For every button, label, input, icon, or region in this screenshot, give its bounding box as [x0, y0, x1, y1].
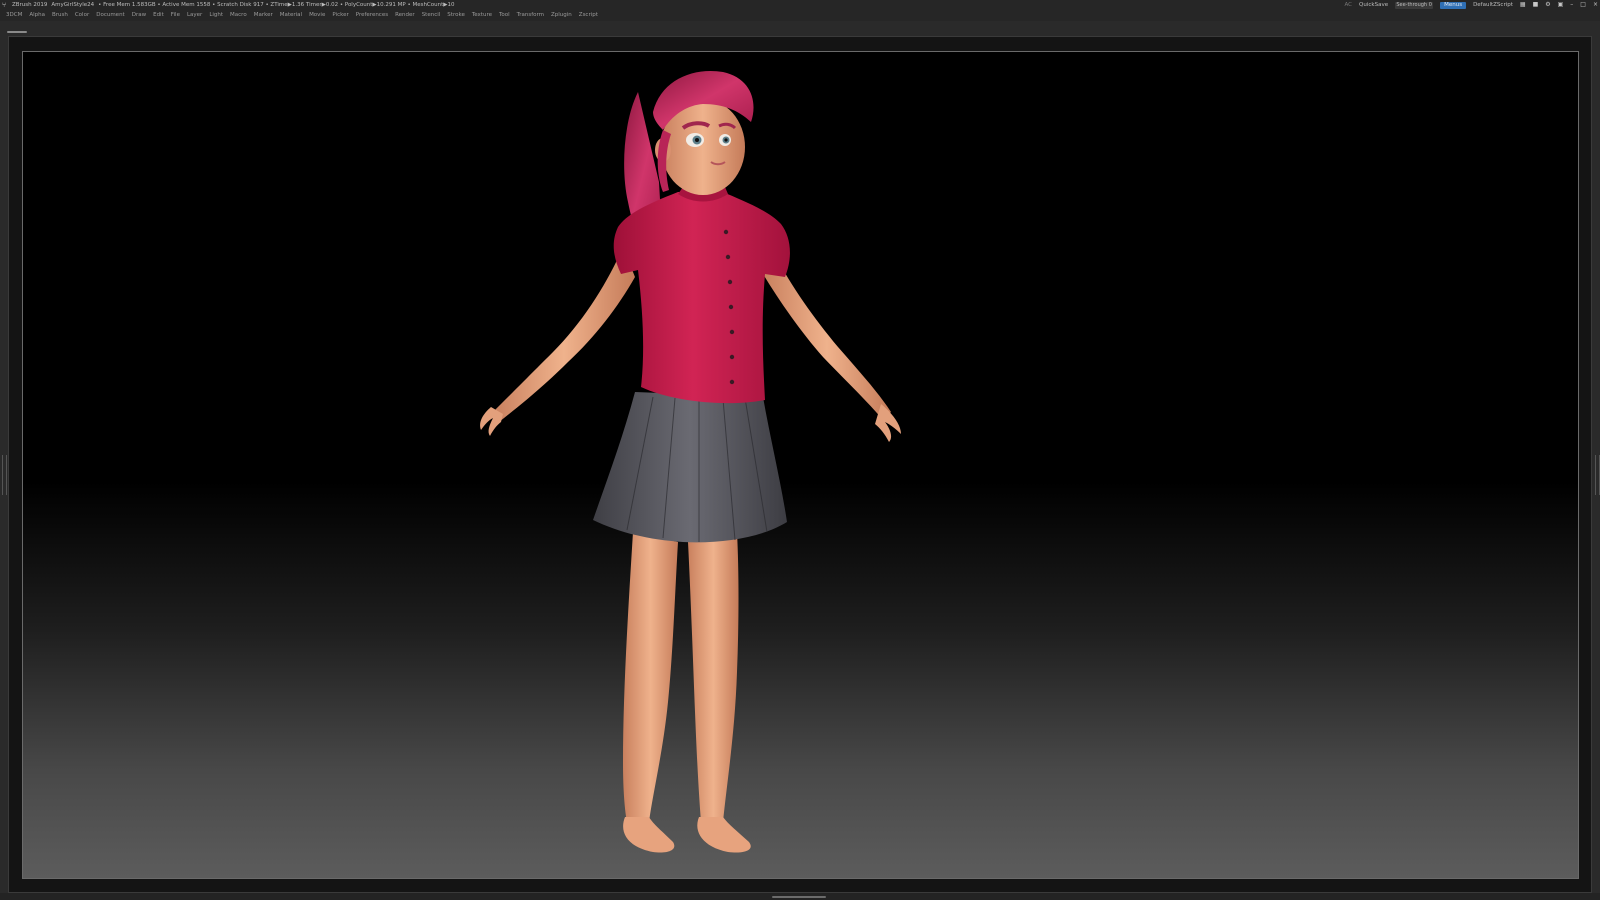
- menus-button[interactable]: Menus: [1440, 1, 1467, 9]
- menu-file[interactable]: File: [171, 10, 180, 21]
- viewport-canvas[interactable]: [22, 51, 1579, 879]
- menu-tool[interactable]: Tool: [499, 10, 510, 21]
- menu-zscript[interactable]: Zscript: [579, 10, 598, 21]
- menu-alpha[interactable]: Alpha: [29, 10, 45, 21]
- minimize-icon[interactable]: –: [1570, 0, 1573, 10]
- leg-left: [623, 532, 678, 822]
- menu-macro[interactable]: Macro: [230, 10, 247, 21]
- left-tray-handle[interactable]: [2, 455, 7, 495]
- leg-right: [688, 532, 739, 822]
- close-icon[interactable]: ×: [1593, 0, 1598, 10]
- menu-layer[interactable]: Layer: [187, 10, 202, 21]
- shirt: [613, 192, 790, 404]
- menu-render[interactable]: Render: [395, 10, 415, 21]
- menu-light[interactable]: Light: [209, 10, 223, 21]
- brush-settings-icon[interactable]: ⚙: [1545, 0, 1550, 10]
- see-through-label: See-through: [1396, 1, 1428, 8]
- menu-material[interactable]: Material: [280, 10, 302, 21]
- see-through-value: 0: [1428, 1, 1432, 8]
- zbrush-logo-icon: ⑂: [2, 1, 7, 9]
- menu-transform[interactable]: Transform: [517, 10, 544, 21]
- top-shelf: [0, 21, 1600, 35]
- bottom-bar: [0, 893, 1600, 900]
- character-model: [480, 70, 901, 853]
- script-button[interactable]: DefaultZScript: [1473, 0, 1513, 10]
- main-menu-bar: 3DCM Alpha Brush Color Document Draw Edit File L…: [0, 10, 1600, 21]
- lock-icon[interactable]: ▣: [1558, 0, 1564, 10]
- menu-picker[interactable]: Picker: [332, 10, 348, 21]
- ac-button[interactable]: AC: [1345, 0, 1353, 10]
- skirt: [593, 392, 787, 543]
- maximize-icon[interactable]: □: [1580, 0, 1586, 10]
- menu-color[interactable]: Color: [75, 10, 89, 21]
- memory-stats: • Free Mem 1.583GB • Active Mem 1558 • S…: [98, 2, 455, 8]
- menu-marker[interactable]: Marker: [254, 10, 273, 21]
- foot-right: [697, 817, 751, 853]
- shelf-collapse-handle[interactable]: [7, 31, 27, 33]
- quicksave-button[interactable]: QuickSave: [1359, 0, 1388, 10]
- menu-stroke[interactable]: Stroke: [447, 10, 465, 21]
- right-tray: [1593, 35, 1600, 895]
- menu-movie[interactable]: Movie: [309, 10, 325, 21]
- layout-icon[interactable]: ▦: [1520, 0, 1526, 10]
- menu-document[interactable]: Document: [96, 10, 125, 21]
- left-tray: [0, 35, 7, 895]
- menu-draw[interactable]: Draw: [132, 10, 146, 21]
- menu-texture[interactable]: Texture: [472, 10, 492, 21]
- see-through-slider[interactable]: See-through 0: [1395, 1, 1434, 9]
- foot-left: [623, 817, 675, 853]
- menu-stencil[interactable]: Stencil: [422, 10, 441, 21]
- arm-left: [493, 247, 635, 422]
- menu-edit[interactable]: Edit: [153, 10, 164, 21]
- menu-zplugin[interactable]: Zplugin: [551, 10, 572, 21]
- document-area: [8, 36, 1592, 893]
- right-tray-handle[interactable]: [1595, 455, 1600, 495]
- app-name: ZBrush 2019: [12, 2, 48, 8]
- title-bar: ⑂ ZBrush 2019 AmyGirlStyle24 • Free Mem …: [0, 0, 1600, 10]
- menu-3dcm[interactable]: 3DCM: [6, 10, 22, 21]
- palette-icon[interactable]: ■: [1533, 0, 1539, 10]
- project-name: AmyGirlStyle24: [51, 2, 95, 8]
- menu-preferences[interactable]: Preferences: [356, 10, 388, 21]
- bottom-tray-handle[interactable]: [772, 896, 826, 898]
- menu-brush[interactable]: Brush: [52, 10, 68, 21]
